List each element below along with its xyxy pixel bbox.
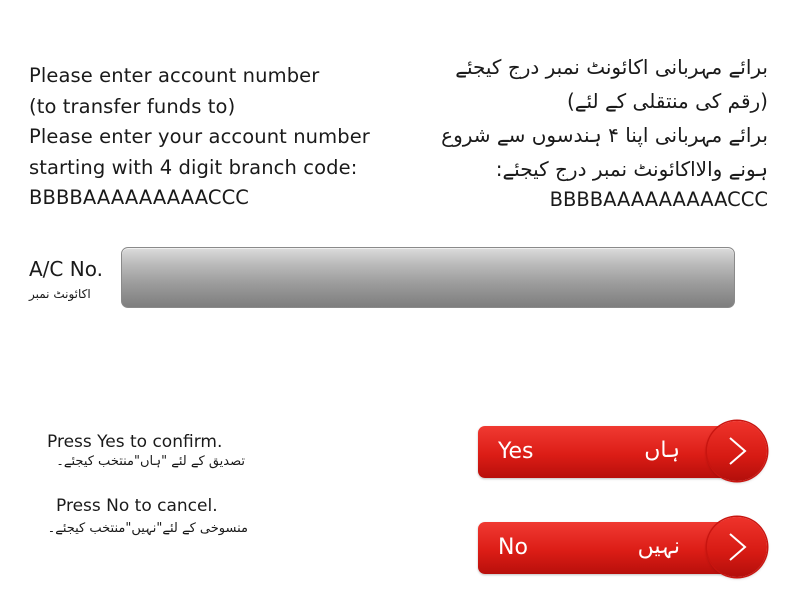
yes-button-label-urdu: ہاں — [644, 438, 680, 463]
instructions-urdu: برائے مہربانی اکائونٹ نمبر درج کیجئے (رق… — [388, 50, 768, 213]
instruction-line-urdu: برائے مہربانی اپنا ۴ ہندسوں سے شروع — [441, 123, 768, 147]
instruction-line-urdu: برائے مہربانی اکائونٹ نمبر درج کیجئے — [455, 55, 768, 79]
no-button[interactable]: No نہیں — [478, 517, 767, 577]
confirm-prompt: Press Yes to confirm. — [47, 432, 223, 452]
instruction-line: (to transfer funds to) — [29, 94, 236, 118]
yes-button-label: Yes — [498, 439, 534, 464]
chevron-right-icon[interactable] — [707, 421, 767, 481]
cancel-prompt: Press No to cancel. — [56, 496, 218, 516]
instruction-line: starting with 4 digit branch code: — [29, 155, 358, 179]
instruction-line-urdu: (رقم کی منتقلی کے لئے) — [566, 89, 768, 113]
instruction-line-urdu: ہونے والااکائونٹ نمبر درج کیجئے: — [495, 157, 768, 181]
chevron-right-icon[interactable] — [707, 517, 767, 577]
no-button-label-urdu: نہیں — [637, 534, 680, 559]
confirm-prompt-urdu: تصدیق کے لئے "ہاں"منتخب کیجئے۔ — [56, 454, 245, 469]
account-format-code: BBBBAAAAAAAAACCC — [29, 186, 250, 209]
instruction-line: Please enter account number — [29, 64, 320, 87]
account-format-code-urdu: BBBBAAAAAAAAACCC — [549, 188, 768, 211]
instruction-line: Please enter your account number — [29, 125, 370, 148]
account-number-field[interactable] — [121, 247, 735, 308]
no-button-label: No — [498, 535, 528, 560]
instructions-english: Please enter account number (to transfer… — [29, 61, 389, 214]
account-number-label-urdu: اکائونٹ نمبر — [29, 287, 91, 301]
account-number-label: A/C No. — [29, 257, 103, 281]
cancel-prompt-urdu: منسوخی کے لئے"نہیں"منتخب کیجئے۔ — [47, 521, 248, 536]
yes-button[interactable]: Yes ہاں — [478, 421, 767, 481]
